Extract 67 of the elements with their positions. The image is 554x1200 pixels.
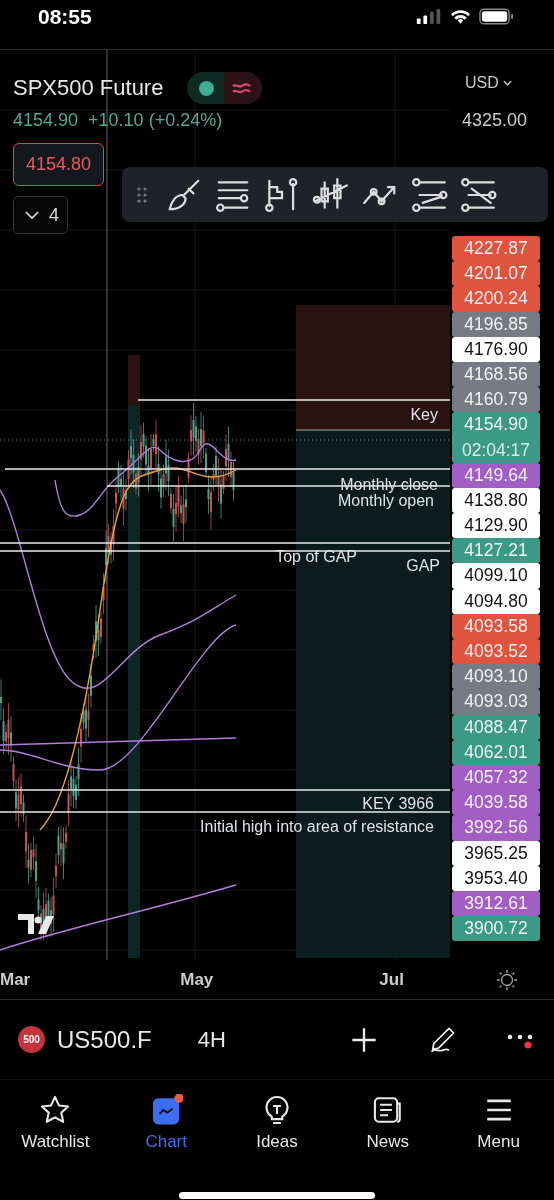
symbol-logo: 500 <box>18 1026 45 1053</box>
price-label: 4057.32 <box>452 764 540 791</box>
price-label: 4168.56 <box>452 361 540 388</box>
price-label: 4062.01 <box>452 739 540 765</box>
price-label: 4160.79 <box>452 387 540 413</box>
regression-channel-icon[interactable] <box>459 175 497 214</box>
chart-annotation: Key <box>410 405 438 425</box>
price-label: 4088.47 <box>452 714 540 740</box>
tab-bar-item[interactable]: Menu <box>443 1084 554 1174</box>
sell-button[interactable]: 4154.80 <box>13 143 105 186</box>
price-label: 3953.40 <box>452 865 540 891</box>
chart-annotation: Monthly open <box>337 492 434 511</box>
logo-icon <box>18 914 54 934</box>
interval-selector[interactable]: 4H <box>197 1026 226 1053</box>
indicators-toggle[interactable]: 4 <box>13 196 68 234</box>
bar-countdown: 02:04:17 <box>460 438 532 462</box>
price-label: 4176.90 <box>452 336 540 362</box>
currency-selector[interactable]: USD <box>465 74 512 92</box>
time-axis-label: Mar <box>0 969 31 990</box>
chart-annotation: Initial high into area of resistance <box>200 817 434 837</box>
last-price: 4154.90 <box>13 110 79 131</box>
pen-icon[interactable] <box>428 1025 456 1054</box>
axis-price: 4325.00 <box>462 110 528 131</box>
market-status-pill[interactable] <box>187 72 263 104</box>
price-label: 4093.52 <box>452 639 540 665</box>
price-label: 3900.72 <box>452 916 540 942</box>
caret-icon <box>502 80 512 86</box>
status-time: 08:55 <box>38 4 92 29</box>
price-label: 4093.03 <box>452 689 540 715</box>
price-label: 4201.07 <box>452 261 540 287</box>
price-label: 4127.21 <box>452 538 540 564</box>
price-label: 4196.85 <box>452 311 540 337</box>
wifi-icon <box>450 8 471 25</box>
price-label: 4039.58 <box>452 790 540 816</box>
price-label: 4227.87 <box>452 236 540 262</box>
add-icon[interactable] <box>350 1025 378 1054</box>
price-label: 3992.56 <box>452 815 540 841</box>
chevron-down-icon <box>25 210 39 220</box>
price-change: +10.10 (+0.24%) <box>88 110 223 131</box>
tab-bar-item[interactable]: Watchlist <box>0 1084 111 1174</box>
tab-bar-item[interactable]: Chart <box>110 1084 222 1174</box>
price-label: 4200.24 <box>452 286 540 312</box>
price-label: 3965.25 <box>452 840 540 866</box>
price-label: 4138.80 <box>452 487 540 514</box>
signal-icon <box>416 9 442 24</box>
price-label: 4094.80 <box>452 588 540 614</box>
time-axis-label: May <box>180 969 214 990</box>
risk-marker <box>128 355 140 405</box>
time-axis-label: Jul <box>379 969 404 990</box>
symbol-selector[interactable]: US500.F <box>57 1025 152 1054</box>
price-label: 4154.90 <box>463 413 529 437</box>
price-label: 4093.10 <box>452 664 540 690</box>
price-label: 3912.61 <box>452 890 540 917</box>
price-label: 4099.10 <box>452 563 540 589</box>
tab-bar-item[interactable]: News <box>332 1084 444 1174</box>
theme-toggle-icon[interactable] <box>495 968 518 991</box>
price-label: 4093.58 <box>452 613 540 639</box>
chart-annotation: Top of GAP <box>275 547 357 567</box>
delayed-data-icon <box>224 72 263 104</box>
tab-bar-item[interactable]: Ideas <box>221 1084 333 1174</box>
chart-annotation: KEY 3966 <box>362 794 434 814</box>
price-label: 4149.64 <box>452 462 540 488</box>
parallel-channel-icon[interactable] <box>410 175 448 214</box>
symbol-title: SPX500 Future <box>13 75 164 101</box>
battery-icon <box>479 8 514 25</box>
price-label: 4129.90 <box>452 513 540 539</box>
chart-annotation: GAP <box>406 556 440 576</box>
